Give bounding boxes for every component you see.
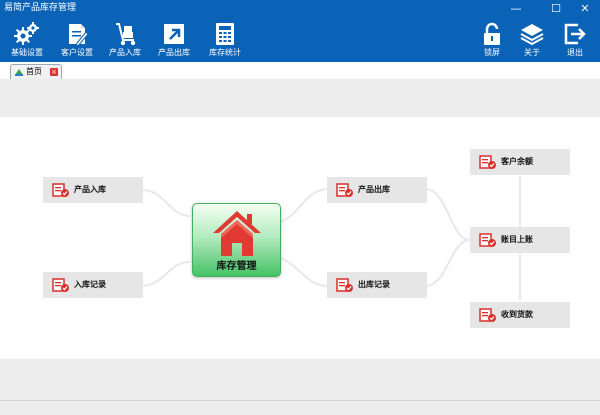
flow-node-label: 账目上账 (501, 235, 533, 244)
flow-node-label: 出库记录 (358, 280, 390, 289)
flow-node-account-payment[interactable]: 账目上账 (470, 227, 570, 253)
flow-node-label: 客户余额 (501, 157, 533, 166)
flow-node-receive-payment[interactable]: 收到货款 (470, 302, 570, 328)
form-check-icon (479, 155, 496, 169)
connector-center-outrecords (279, 257, 328, 287)
flow-node-product-inbound[interactable]: 产品入库 (43, 177, 143, 203)
connector-center-outbound (279, 188, 328, 223)
connector-inbound-center (141, 189, 191, 217)
hub-label: 库存管理 (216, 261, 257, 272)
connector-center-records (141, 261, 191, 287)
house-icon (213, 211, 261, 256)
flow-node-product-outbound[interactable]: 产品出库 (327, 177, 427, 203)
inventory-management-hub[interactable]: 库存管理 (192, 203, 281, 277)
connector-outrecords-account (424, 239, 471, 287)
form-check-icon (479, 308, 496, 322)
form-check-icon (479, 233, 496, 247)
flow-node-inbound-records[interactable]: 入库记录 (43, 272, 143, 298)
flow-node-label: 产品入库 (74, 185, 106, 194)
form-check-icon (336, 183, 353, 197)
flow-node-outbound-records[interactable]: 出库记录 (327, 272, 427, 298)
flow-node-label: 收到货款 (501, 310, 533, 319)
form-check-icon (52, 278, 69, 292)
flow-node-label: 产品出库 (358, 185, 390, 194)
form-check-icon (336, 278, 353, 292)
connector-outbound-account (424, 188, 471, 241)
flow-node-label: 入库记录 (74, 280, 106, 289)
flow-connectors (141, 176, 521, 301)
form-check-icon (52, 183, 69, 197)
flow-node-customer-balance[interactable]: 客户余额 (470, 149, 570, 175)
